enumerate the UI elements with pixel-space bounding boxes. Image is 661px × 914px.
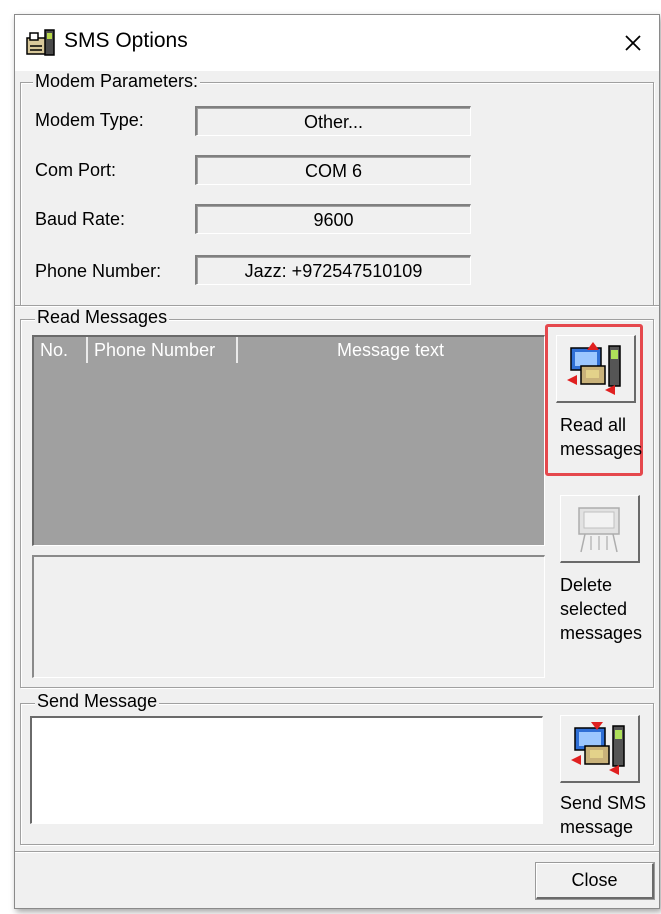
phone-number-label: Phone Number: [35, 261, 162, 281]
send-sms-icon [571, 722, 625, 775]
send-sms-message-button[interactable] [560, 715, 640, 783]
column-phone-number[interactable]: Phone Number [88, 337, 238, 363]
messages-list[interactable]: No. Phone Number Message text [32, 335, 545, 546]
sms-options-dialog: SMS Options Modem Parameters: Modem Type… [14, 14, 660, 909]
separator [15, 851, 659, 853]
read-all-messages-button[interactable] [556, 335, 636, 403]
send-message-legend: Send Message [35, 691, 160, 712]
send-sms-message-label: Send SMS message [560, 793, 647, 837]
delete-selected-messages-button[interactable] [560, 495, 640, 563]
sms-app-icon [26, 29, 55, 56]
baud-rate-field[interactable]: 9600 [195, 204, 471, 234]
modem-parameters-legend: Modem Parameters: [33, 71, 201, 92]
window-title: SMS Options [64, 29, 188, 52]
modem-type-label: Modem Type: [35, 110, 144, 130]
messages-list-header: No. Phone Number Message text [34, 337, 544, 363]
phone-number-field[interactable]: Jazz: +972547510109 [195, 255, 471, 285]
baud-rate-label: Baud Rate: [35, 209, 126, 229]
title-bar: SMS Options [15, 15, 659, 71]
read-messages-icon [567, 342, 621, 395]
com-port-label: Com Port: [35, 160, 117, 180]
modem-type-field[interactable]: Other... [195, 106, 471, 136]
read-all-messages-label: Read all messages [560, 415, 643, 459]
com-port-field[interactable]: COM 6 [195, 155, 471, 185]
send-message-textarea[interactable] [30, 716, 543, 824]
column-message-text[interactable]: Message text [238, 337, 543, 363]
message-detail-pane[interactable] [32, 555, 545, 678]
column-number[interactable]: No. [34, 337, 88, 363]
close-icon[interactable] [619, 29, 647, 57]
close-button[interactable]: Close [536, 863, 654, 899]
read-messages-legend: Read Messages [35, 307, 170, 328]
delete-selected-messages-label: Delete selected messages [560, 575, 643, 643]
delete-messages-icon [578, 507, 620, 553]
